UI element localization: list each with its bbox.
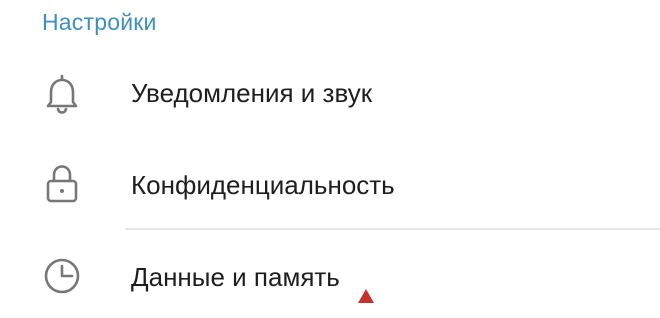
pointer-cursor-icon: [358, 289, 374, 303]
lock-icon: [40, 162, 84, 206]
bell-icon: [40, 72, 84, 116]
clock-icon: [40, 254, 84, 298]
settings-item-privacy[interactable]: Конфиденциальность: [0, 146, 660, 226]
privacy-label: Конфиденциальность: [131, 170, 395, 200]
settings-section-title: Настройки: [42, 9, 157, 35]
settings-item-data-storage[interactable]: Данные и память: [0, 238, 660, 318]
settings-item-notifications[interactable]: Уведомления и звук: [0, 54, 660, 134]
divider: [125, 228, 660, 230]
notifications-label: Уведомления и звук: [131, 78, 373, 108]
data-storage-label: Данные и память: [131, 262, 340, 292]
